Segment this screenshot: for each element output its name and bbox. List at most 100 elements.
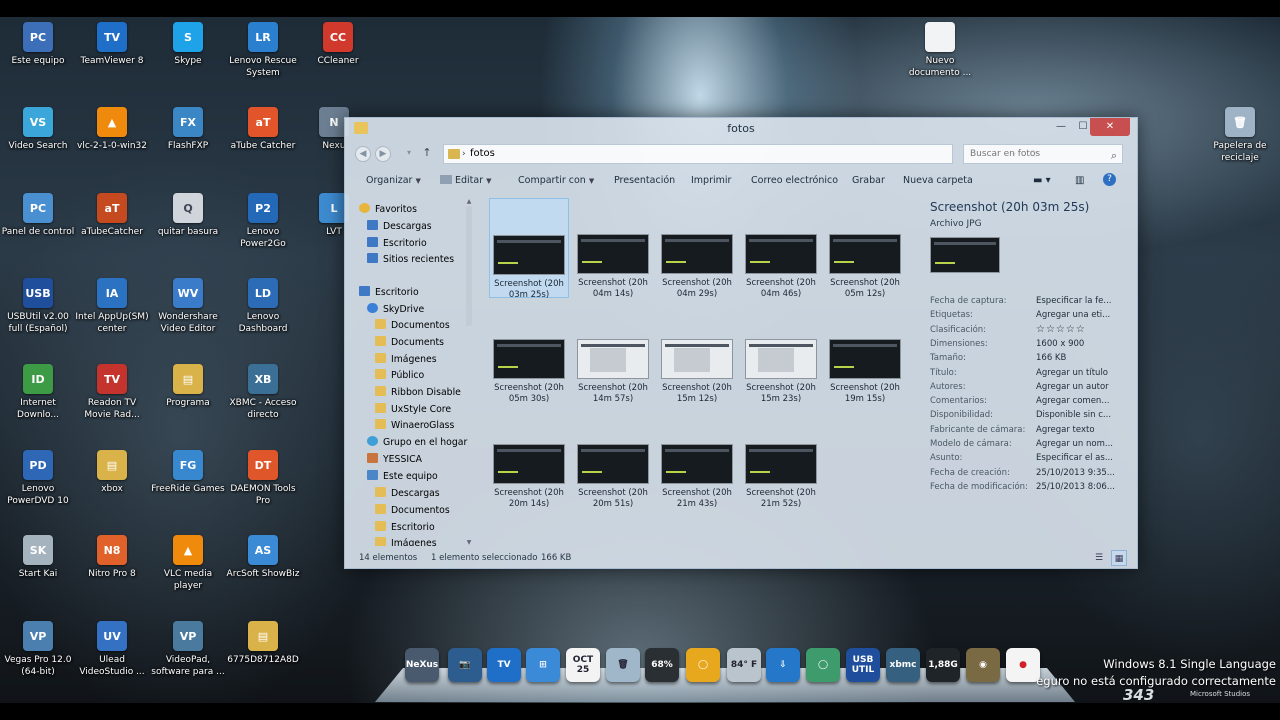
explorer-window[interactable]: fotos — ☐ ✕ ◀ ▶ ▾ ↑ › fotos ▾ ⟳ Buscar e… xyxy=(344,117,1138,569)
file-item[interactable]: Screenshot (20h 04m 46s) xyxy=(741,198,821,299)
desktop-icon-xbmc-acceso-directo[interactable]: XB XBMC - Acceso directo xyxy=(225,364,301,421)
dock-meter-mem-icon[interactable]: 1,88G xyxy=(926,648,960,682)
desktop-icon-videopad-software-para[interactable]: VP VideoPad, software para ... xyxy=(150,621,226,678)
desktop-icon-nuevo-documento[interactable]: Nuevo documento ... xyxy=(902,22,978,79)
imprimir-button[interactable]: Imprimir xyxy=(691,175,731,186)
nav-item-escritorio[interactable]: Escritorio xyxy=(375,520,435,536)
dock-camera-icon[interactable]: 📷 xyxy=(448,648,482,682)
nav-item-ribbon-disable[interactable]: Ribbon Disable xyxy=(375,385,461,401)
details-pane-icon[interactable]: ▥ xyxy=(1075,175,1084,186)
search-icon[interactable]: ⌕ xyxy=(1111,147,1117,165)
desktop-icon-lenovo-powerdvd-10[interactable]: PD Lenovo PowerDVD 10 xyxy=(0,450,76,507)
correo-button[interactable]: Correo electrónico xyxy=(751,175,838,186)
desktop-icon-ccleaner[interactable]: CC CCleaner xyxy=(300,22,376,67)
compartir-button[interactable]: Compartir con ▼ xyxy=(518,175,594,186)
desktop-icon-daemon-tools-pro[interactable]: DT DAEMON Tools Pro xyxy=(225,450,301,507)
dock-japan-icon[interactable]: ● xyxy=(1006,648,1040,682)
desktop-icon-freeride-games[interactable]: FG FreeRide Games xyxy=(150,450,226,495)
nav-item-documents[interactable]: Documents xyxy=(375,335,444,351)
dock-circle-icon[interactable]: ◯ xyxy=(686,648,720,682)
desktop-icon-vlc-2-1-0-win32[interactable]: ▲ vlc-2-1-0-win32 xyxy=(74,107,150,152)
nav-item-escritorio[interactable]: Escritorio xyxy=(367,236,427,252)
address-field[interactable]: › fotos ▾ ⟳ xyxy=(443,144,1039,164)
file-item[interactable]: Screenshot (20h 20m 51s) xyxy=(573,408,653,509)
desktop-icon-lenovo-rescue-system[interactable]: LR Lenovo Rescue System xyxy=(225,22,301,79)
forward-button[interactable]: ▶ xyxy=(375,146,391,162)
minimize-button[interactable]: — xyxy=(1049,118,1073,136)
presentacion-button[interactable]: Presentación xyxy=(614,175,675,186)
dock-nexus-icon[interactable]: NeXus xyxy=(405,648,439,682)
dock-xbmc-icon[interactable]: xbmc xyxy=(886,648,920,682)
nav-item-descargas[interactable]: Descargas xyxy=(367,219,432,235)
desktop-icon-readon-tv-movie-rad[interactable]: TV Readon TV Movie Rad... xyxy=(74,364,150,421)
desktop-icon-6775d8712a8d[interactable]: ▤ 6775D8712A8D xyxy=(225,621,301,666)
dock-calendar-icon[interactable]: OCT 25 xyxy=(566,648,600,682)
back-button[interactable]: ◀ xyxy=(355,146,371,162)
file-item[interactable]: Screenshot (20h 05m 30s) xyxy=(489,303,569,404)
desktop-icon-skype[interactable]: S Skype xyxy=(150,22,226,67)
property-value[interactable]: 166 KB xyxy=(1036,351,1130,365)
desktop-icon-atubecatcher[interactable]: aT aTubeCatcher xyxy=(74,193,150,238)
help-icon[interactable]: ? xyxy=(1103,173,1116,186)
details-view-icon[interactable]: ☰ xyxy=(1091,550,1107,566)
file-item[interactable]: Screenshot (20h 21m 52s) xyxy=(741,408,821,509)
dock-download-icon[interactable]: ⇩ xyxy=(766,648,800,682)
property-value[interactable]: 25/10/2013 9:35... xyxy=(1036,466,1130,480)
property-value[interactable]: Agregar un nom... xyxy=(1036,437,1130,451)
large-icons-view-icon[interactable]: ▦ xyxy=(1111,550,1127,566)
desktop-icon-internet-downlo[interactable]: ID Internet Downlo... xyxy=(0,364,76,421)
nav-item-p-blico[interactable]: Público xyxy=(375,368,424,384)
property-value[interactable]: Agregar comen... xyxy=(1036,394,1130,408)
nav-item-im-genes[interactable]: Imágenes xyxy=(375,536,437,546)
desktop-icon-xbox[interactable]: ▤ xbox xyxy=(74,450,150,495)
desktop-icon-panel-de-control[interactable]: PC Panel de control xyxy=(0,193,76,238)
editar-button[interactable]: Editar ▼ xyxy=(440,175,492,186)
file-item[interactable]: Screenshot (20h 05m 12s) xyxy=(825,198,905,299)
desktop-icon-ulead-videostudio[interactable]: UV Ulead VideoStudio ... xyxy=(74,621,150,678)
nav-item-yessica[interactable]: YESSICA xyxy=(367,452,422,468)
nav-item-skydrive[interactable]: SkyDrive xyxy=(367,302,424,318)
file-item[interactable]: Screenshot (20h 15m 23s) xyxy=(741,303,821,404)
file-item[interactable]: Screenshot (20h 04m 14s) xyxy=(573,198,653,299)
nav-item-winaeroglass[interactable]: WinaeroGlass xyxy=(375,418,454,434)
scroll-up-icon[interactable]: ▲ xyxy=(465,198,473,205)
nav-item-documentos[interactable]: Documentos xyxy=(375,318,450,334)
file-item[interactable]: Screenshot (20h 14m 57s) xyxy=(573,303,653,404)
property-value[interactable]: 1600 x 900 xyxy=(1036,337,1130,351)
property-value[interactable]: ☆☆☆☆☆ xyxy=(1036,323,1130,337)
desktop-icon-arcsoft-showbiz[interactable]: AS ArcSoft ShowBiz xyxy=(225,535,301,580)
file-item[interactable]: Screenshot (20h 03m 25s) xyxy=(489,198,569,300)
dock-globe-icon[interactable]: ◉ xyxy=(966,648,1000,682)
desktop-icon-intel-appup-sm-center[interactable]: IA Intel AppUp(SM) center xyxy=(74,278,150,335)
desktop-icon-wondershare-video-editor[interactable]: WV Wondershare Video Editor xyxy=(150,278,226,335)
property-value[interactable]: Agregar texto xyxy=(1036,423,1130,437)
nav-item-grupo-en-el-hogar[interactable]: Grupo en el hogar xyxy=(367,435,467,451)
desktop-icon-vegas-pro-12-0-64-bit[interactable]: VP Vegas Pro 12.0 (64-bit) xyxy=(0,621,76,678)
desktop-icon-usbutil-v2-00-full-espa-ol[interactable]: USB USBUtil v2.00 full (Español) xyxy=(0,278,76,335)
nav-item-im-genes[interactable]: Imágenes xyxy=(375,352,437,368)
search-input[interactable]: Buscar en fotos ⌕ xyxy=(963,144,1123,164)
dock-meter-icon[interactable]: 68% xyxy=(645,648,679,682)
desktop-icon-teamviewer-8[interactable]: TV TeamViewer 8 xyxy=(74,22,150,67)
dock-windows-icon[interactable]: ⊞ xyxy=(526,648,560,682)
desktop-icon-atube-catcher[interactable]: aT aTube Catcher xyxy=(225,107,301,152)
organizar-button[interactable]: Organizar ▼ xyxy=(366,175,421,186)
file-item[interactable]: Screenshot (20h 19m 15s) xyxy=(825,303,905,404)
scroll-down-icon[interactable]: ▼ xyxy=(465,539,473,546)
nav-item-escritorio[interactable]: Escritorio xyxy=(359,285,419,301)
desktop-icon-vlc-media-player[interactable]: ▲ VLC media player xyxy=(150,535,226,592)
up-button[interactable]: ↑ xyxy=(419,146,435,162)
nav-item-sitios-recientes[interactable]: Sitios recientes xyxy=(367,252,454,268)
property-value[interactable]: Especificar la fe... xyxy=(1036,294,1130,308)
dock-recycle-icon[interactable]: 🗑 xyxy=(606,648,640,682)
nav-item-este-equipo[interactable]: Este equipo xyxy=(367,469,438,485)
close-button[interactable]: ✕ xyxy=(1090,118,1130,136)
view-options-icon[interactable]: ▬ ▾ xyxy=(1033,175,1051,186)
property-value[interactable]: Disponible sin c... xyxy=(1036,408,1130,422)
desktop-icon-lenovo-dashboard[interactable]: LD Lenovo Dashboard xyxy=(225,278,301,335)
recent-dropdown-icon[interactable]: ▾ xyxy=(401,146,417,162)
breadcrumb-fotos[interactable]: fotos xyxy=(470,148,495,159)
property-value[interactable]: Agregar un autor xyxy=(1036,380,1130,394)
breadcrumb-chevron-icon[interactable]: › xyxy=(462,145,466,163)
property-value[interactable]: Especificar el as... xyxy=(1036,451,1130,465)
